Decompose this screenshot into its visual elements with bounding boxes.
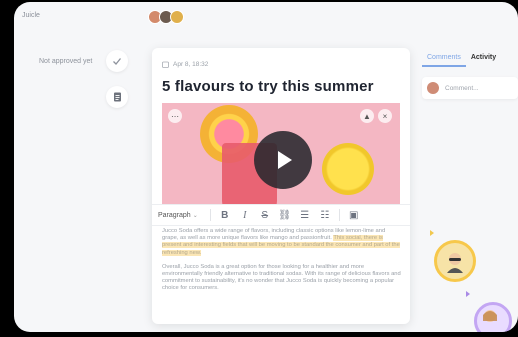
avatar[interactable] [170,10,184,24]
divider [338,209,340,221]
document-button[interactable] [106,86,128,108]
paragraph: Overall, Jucco Soda is a great option fo… [162,263,401,292]
app-window: Juicle Not approved yet Apr 8, 18:32 5 f… [14,2,518,332]
collaborator-avatar[interactable] [474,302,512,332]
divider [209,209,211,221]
collaborator-avatars[interactable] [148,10,184,24]
paragraph-select[interactable]: Paragraph [158,212,191,219]
panel-tabs: Comments Activity [422,50,518,67]
hero-video[interactable]: ⋯ ▲ × [162,103,400,211]
brand: Juicle [22,12,40,19]
close-icon: × [382,111,388,121]
article-card: Apr 8, 18:32 5 flavours to try this summ… [152,48,410,324]
image-icon: ▲ [363,111,371,121]
approve-button[interactable] [106,50,128,72]
lemon-image [322,143,374,195]
approval-status: Not approved yet [39,58,93,65]
bullet-list-icon[interactable]: ☰ [295,210,315,221]
collaborator-avatar[interactable] [434,240,476,282]
article-title[interactable]: 5 flavours to try this summer [162,78,374,95]
document-icon [113,92,121,102]
paragraph: Jucco Soda offers a wide range of flavor… [162,228,402,257]
play-button[interactable] [254,131,312,189]
chevron-down-icon: ⌄ [192,212,198,219]
tab-activity[interactable]: Activity [466,50,501,67]
comment-placeholder: Comment... [445,84,479,92]
numbered-list-icon[interactable]: ☷ [315,210,335,221]
cursor-pointer-icon [466,291,470,297]
cursor-pointer-icon [430,230,434,236]
dots-icon: ⋯ [171,111,179,121]
link-icon[interactable]: ⛓ [275,210,295,221]
article-body[interactable]: Jucco Soda offers a wide range of flavor… [162,228,402,293]
hero-close-button[interactable]: × [378,109,392,123]
bold-icon[interactable]: B [215,210,235,221]
article-meta: Apr 8, 18:32 [162,61,208,68]
person-icon [483,310,497,322]
hero-image-button[interactable]: ▲ [360,109,374,123]
person-icon [447,253,463,273]
hero-option-button[interactable]: ⋯ [168,109,182,123]
image-icon[interactable]: ▣ [344,210,364,221]
avatar [427,82,439,94]
article-date: Apr 8, 18:32 [173,61,209,68]
calendar-icon [162,61,169,68]
check-icon [113,58,122,65]
top-bar: Juicle [14,2,518,32]
comment-input[interactable]: Comment... [422,77,518,99]
tab-comments[interactable]: Comments [422,50,466,67]
play-icon [278,151,292,169]
strikethrough-icon[interactable]: S [255,210,275,221]
comments-panel: Comments Activity Comment... [422,50,518,99]
italic-icon[interactable]: I [235,210,255,221]
format-toolbar: Paragraph ⌄ B I S ⛓ ☰ ☷ ▣ [152,204,410,226]
